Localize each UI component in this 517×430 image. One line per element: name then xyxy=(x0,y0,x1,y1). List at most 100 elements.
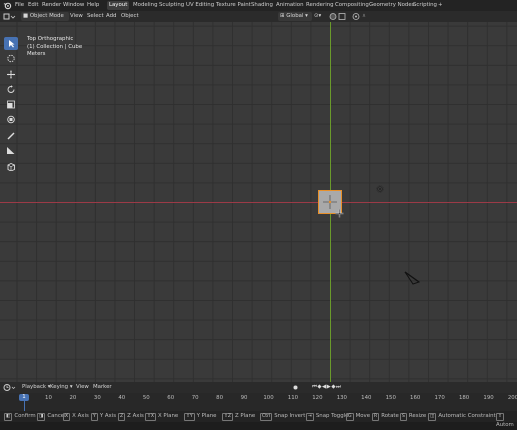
status-label: Z Plane xyxy=(235,413,256,419)
menu-help[interactable]: Help xyxy=(87,1,99,10)
menu-select[interactable]: Select xyxy=(87,12,104,21)
viewport-info: Top Orthographic (1) Collection | Cube M… xyxy=(27,36,82,59)
orientation-label: Global xyxy=(286,13,304,19)
measure-tool[interactable] xyxy=(4,144,18,157)
status-item: G Move xyxy=(346,412,370,421)
3d-viewport[interactable]: Top Orthographic (1) Collection | Cube M… xyxy=(0,22,517,382)
frame-tick: 150 xyxy=(385,395,396,401)
snap-icon[interactable] xyxy=(328,12,348,21)
transform-icon xyxy=(7,115,15,124)
chevron-down-icon: ▾ xyxy=(305,13,308,19)
jump-end-icon[interactable]: ⏭ xyxy=(336,384,341,390)
3d-cursor-icon xyxy=(7,54,15,63)
frame-tick: 90 xyxy=(240,395,248,401)
frame-tick: 100 xyxy=(263,395,274,401)
select-box-tool[interactable] xyxy=(4,37,18,50)
ruler-icon xyxy=(7,147,15,154)
transform-tool[interactable] xyxy=(4,113,18,126)
record-button[interactable] xyxy=(292,383,299,392)
menu-playback[interactable]: Playback ▾ xyxy=(22,383,50,392)
light-icon[interactable] xyxy=(376,185,384,195)
frame-tick: 60 xyxy=(167,395,175,401)
key-x-icon: X xyxy=(63,413,71,421)
status-item: ◧ Confirm xyxy=(4,412,36,421)
key-ctrl-icon: Ctrl xyxy=(260,413,273,421)
scale-tool[interactable] xyxy=(4,98,18,111)
menu-marker[interactable]: Marker xyxy=(93,383,112,392)
tab-shading[interactable]: Shading xyxy=(249,1,275,10)
status-item: ⇧Y Y Plane xyxy=(184,412,216,421)
frame-tick: 40 xyxy=(118,395,126,401)
falloff-icon[interactable]: ∧ xyxy=(362,12,366,21)
status-label: Snap Invert xyxy=(274,413,306,419)
menu-edit[interactable]: Edit xyxy=(28,1,38,10)
status-label: Move xyxy=(355,413,371,419)
menu-object[interactable]: Object xyxy=(121,12,139,21)
frame-tick: 120 xyxy=(312,395,323,401)
move-tool[interactable] xyxy=(4,68,18,81)
status-label: Automatic Constraint xyxy=(438,413,496,419)
key-g-icon: G xyxy=(346,413,354,421)
status-label: Y Axis xyxy=(99,413,117,419)
status-label: Z Axis xyxy=(127,413,144,419)
object-mode-icon: ■ xyxy=(23,13,29,19)
tab-rendering[interactable]: Rendering xyxy=(304,1,336,10)
status-label: X Axis xyxy=(72,413,89,419)
tab-animation[interactable]: Animation xyxy=(274,1,305,10)
scale-icon xyxy=(7,100,15,109)
status-item: Ctrl Snap Invert xyxy=(260,412,305,421)
tab-layout[interactable]: Layout xyxy=(107,1,130,10)
frame-tick: 50 xyxy=(142,395,150,401)
proportional-editing-icon[interactable] xyxy=(352,12,360,21)
current-frame-indicator[interactable]: 1 xyxy=(19,394,29,401)
tab-compositing[interactable]: Compositing xyxy=(333,1,371,10)
menu-render[interactable]: Render xyxy=(42,1,61,10)
key-r-icon: R xyxy=(372,413,380,421)
tab-texture-paint[interactable]: Texture Paint xyxy=(214,1,253,10)
editor-type-icon[interactable] xyxy=(3,12,17,21)
cursor-tool[interactable] xyxy=(4,52,18,65)
blender-logo-icon[interactable] xyxy=(3,1,12,10)
status-item: ⇧Autom xyxy=(496,412,517,428)
pivot-point-icon[interactable]: ⊙▾ xyxy=(314,12,321,21)
transform-orientation-dropdown[interactable]: ⊞ Global ▾ xyxy=(278,12,312,21)
annotate-tool[interactable] xyxy=(4,129,18,142)
menu-view[interactable]: View xyxy=(70,12,83,21)
pencil-icon xyxy=(7,132,15,140)
menu-window[interactable]: Window xyxy=(63,1,84,10)
frame-tick: 140 xyxy=(361,395,372,401)
timeline-editor-icon[interactable] xyxy=(3,383,17,392)
frame-tick: 30 xyxy=(93,395,101,401)
tab-uv-editing[interactable]: UV Editing xyxy=(184,1,216,10)
rotate-tool[interactable] xyxy=(4,83,18,96)
top-menu-bar: File Edit Render Window Help Layout Mode… xyxy=(0,0,517,11)
add-cube-icon xyxy=(7,163,15,171)
frame-tick: 80 xyxy=(216,395,224,401)
tab-geometry-nodes[interactable]: Geometry Nodes xyxy=(367,1,416,10)
frame-tick: 110 xyxy=(287,395,299,401)
camera-icon[interactable] xyxy=(404,270,422,288)
mouse-left-icon: ◧ xyxy=(4,413,13,421)
menu-timeline-view[interactable]: View xyxy=(76,383,89,392)
tab-sculpting[interactable]: Sculpting xyxy=(157,1,186,10)
add-cube-tool[interactable] xyxy=(4,160,18,173)
status-label: Confirm xyxy=(14,413,36,419)
tab-modeling[interactable]: Modeling xyxy=(131,1,160,10)
menu-file[interactable]: File xyxy=(15,1,24,10)
tab-scripting[interactable]: Scripting xyxy=(411,1,439,10)
view-name: Top Orthographic xyxy=(27,36,74,42)
playback-controls[interactable]: ⏮◆◀▶◆⏭ xyxy=(312,383,341,392)
mode-selector[interactable]: ■ Object Mode ▾ xyxy=(21,12,69,28)
add-workspace-button[interactable]: + xyxy=(436,1,445,10)
frame-tick: 200 xyxy=(507,395,517,401)
mouse-middle-icon: ◫ xyxy=(428,413,437,421)
cursor-arrow-icon xyxy=(9,40,15,48)
frame-tick: 130 xyxy=(336,395,347,401)
playhead-line xyxy=(24,401,25,411)
move-cursor-icon xyxy=(335,209,344,220)
key-shift-icon: ⇧ xyxy=(496,413,504,421)
frame-tick: 170 xyxy=(434,395,445,401)
menu-keying[interactable]: Keying ▾ xyxy=(50,383,73,392)
menu-add[interactable]: Add xyxy=(106,12,116,21)
timeline[interactable]: 1 01020304050607080901001101201301401501… xyxy=(0,393,517,411)
